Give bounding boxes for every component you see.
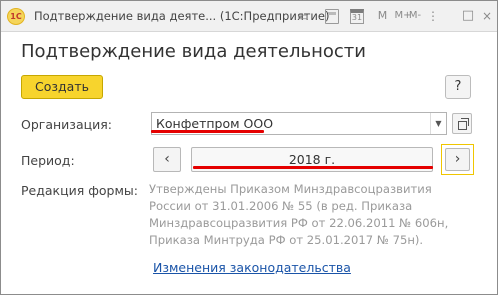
document-icon[interactable]: ▭ bbox=[296, 8, 310, 25]
memory-minus-button[interactable]: M- bbox=[406, 7, 424, 25]
organization-label: Организация: bbox=[21, 117, 112, 132]
create-button[interactable]: Создать bbox=[21, 75, 103, 99]
close-icon[interactable]: × bbox=[479, 7, 495, 25]
form-edition-line: России от 31.01.2006 № 55 (в ред. Приказ… bbox=[149, 199, 413, 213]
maximize-icon[interactable]: □ bbox=[460, 7, 476, 25]
form-title: Подтверждение вида деятельности bbox=[21, 41, 366, 62]
form-edition-line: Утверждены Приказом Минздравсоцразвития bbox=[149, 182, 432, 196]
chevron-down-icon[interactable]: ▼ bbox=[430, 113, 446, 134]
window-title: Подтверждение вида деяте... (1С:Предприя… bbox=[34, 9, 330, 23]
legislation-changes-link[interactable]: Изменения законодательства bbox=[153, 260, 351, 275]
dialog-window: 1С Подтверждение вида деяте... (1С:Предп… bbox=[0, 0, 498, 295]
form-edition-label: Редакция формы: bbox=[21, 183, 138, 198]
period-next-focus: › bbox=[441, 144, 474, 175]
form-edition-text: Утверждены Приказом Минздравсоцразвития … bbox=[149, 181, 449, 249]
highlight-underline bbox=[193, 166, 433, 169]
memory-store-button[interactable]: M bbox=[372, 7, 392, 25]
more-actions-icon[interactable]: ⋮ bbox=[425, 7, 441, 25]
app-logo-icon: 1С bbox=[7, 8, 25, 25]
form-edition-line: Минздравсоцразвития РФ от 22.06.2011 № 6… bbox=[149, 216, 449, 230]
organization-value: Конфетпром ООО bbox=[156, 116, 274, 131]
highlight-underline bbox=[151, 130, 264, 133]
form-edition-line: Приказа Минтруда РФ от 25.01.2017 № 75н)… bbox=[149, 233, 424, 247]
calculator-icon[interactable] bbox=[325, 9, 339, 24]
period-prev-button[interactable]: ‹ bbox=[153, 147, 181, 172]
title-bar: 1С Подтверждение вида деяте... (1С:Предп… bbox=[1, 1, 497, 32]
period-label: Период: bbox=[21, 153, 75, 168]
calendar-icon[interactable]: 31 bbox=[350, 9, 364, 24]
period-next-button[interactable]: › bbox=[445, 148, 470, 171]
help-button[interactable]: ? bbox=[445, 75, 471, 99]
open-form-icon[interactable] bbox=[452, 113, 472, 134]
